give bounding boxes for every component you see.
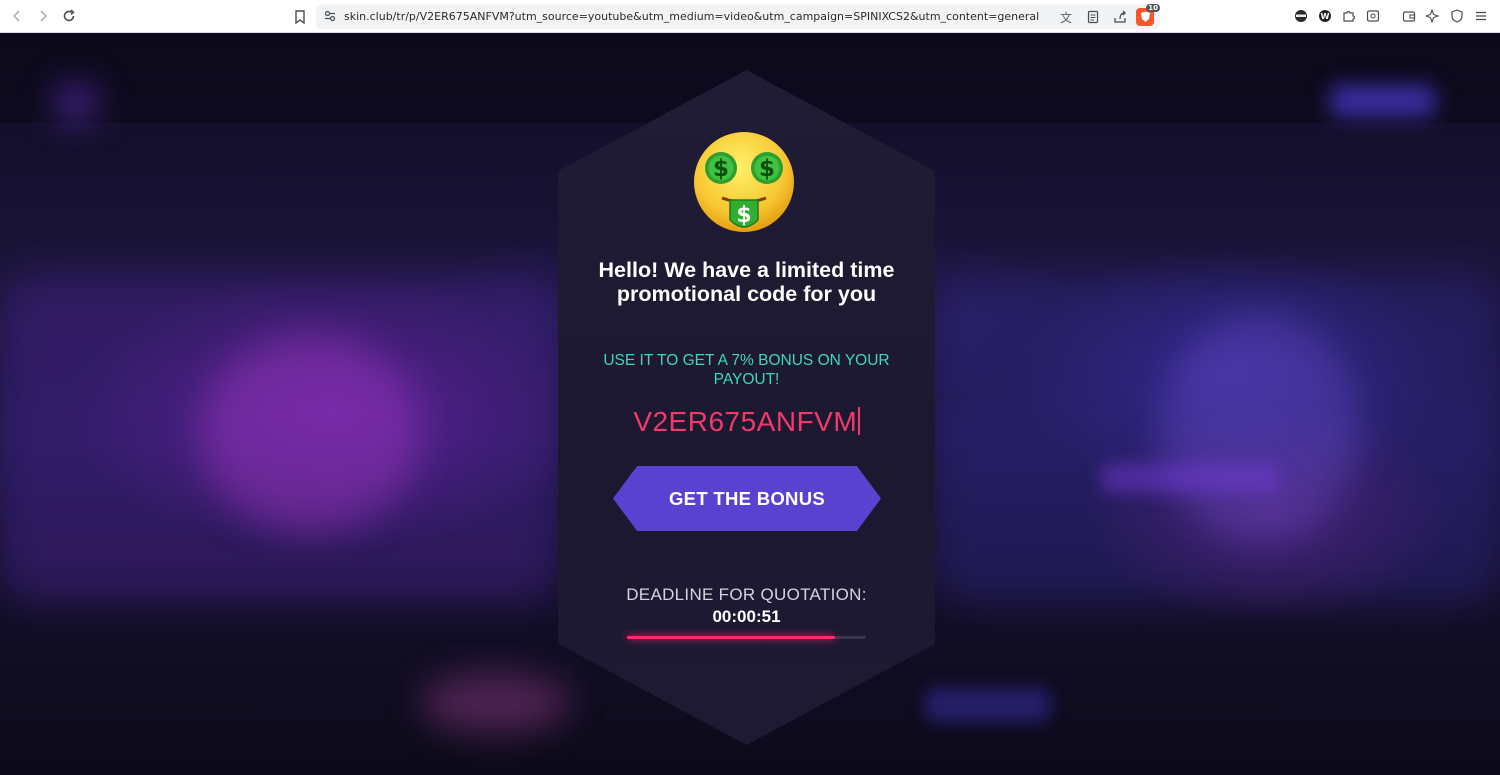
extensions-area: W	[1290, 5, 1492, 27]
countdown-progress-fill	[627, 636, 835, 639]
modal-title: Hello! We have a limited time promotiona…	[598, 258, 895, 306]
extensions-puzzle-icon[interactable]	[1338, 5, 1360, 27]
svg-text:W: W	[1321, 12, 1330, 21]
translate-icon[interactable]: 文	[1055, 6, 1077, 28]
text-caret	[858, 407, 860, 435]
nav-buttons	[6, 5, 80, 27]
menu-icon[interactable]	[1470, 5, 1492, 27]
blurred-login-button	[1330, 85, 1435, 117]
address-bar[interactable]: skin.club/tr/p/V2ER675ANFVM?utm_source=y…	[316, 4, 1160, 29]
svg-text:$: $	[759, 156, 775, 182]
blurred-bottom-button	[925, 688, 1050, 722]
blurred-character-left	[200, 333, 420, 533]
svg-text:$: $	[736, 203, 751, 228]
promo-code-field[interactable]: V2ER675ANFVM	[588, 404, 905, 440]
wallet-icon[interactable]	[1398, 5, 1420, 27]
extension-ninja-icon[interactable]	[1290, 5, 1312, 27]
blurred-bottom-item	[420, 673, 570, 733]
url-text[interactable]: skin.club/tr/p/V2ER675ANFVM?utm_source=y…	[344, 10, 1044, 23]
countdown-progress-track	[627, 636, 866, 639]
bookmark-icon[interactable]	[289, 6, 311, 28]
shields-count-badge: 10	[1146, 4, 1160, 12]
get-bonus-button[interactable]: GET THE BONUS	[613, 466, 881, 531]
reader-mode-icon[interactable]	[1082, 6, 1104, 28]
back-icon[interactable]	[6, 5, 28, 27]
svg-text:$: $	[713, 156, 729, 182]
reload-icon[interactable]	[58, 5, 80, 27]
site-settings-icon[interactable]	[324, 7, 336, 26]
countdown-timer: 00:00:51	[712, 607, 781, 626]
blurred-logo	[58, 85, 94, 121]
get-bonus-label: GET THE BONUS	[668, 487, 826, 509]
blurred-cta-right	[1100, 463, 1280, 493]
deadline-label: DEADLINE FOR QUOTATION:	[626, 585, 867, 604]
share-icon[interactable]	[1109, 6, 1131, 28]
leo-ai-icon[interactable]	[1422, 5, 1444, 27]
promo-code-text[interactable]: V2ER675ANFVM	[633, 406, 857, 437]
url-actions: 文 10	[1055, 4, 1160, 28]
blurred-character-right	[1160, 313, 1360, 543]
promo-modal: $ $ $ Hello! We have a limited time prom…	[558, 70, 935, 745]
browser-toolbar: skin.club/tr/p/V2ER675ANFVM?utm_source=y…	[0, 0, 1500, 33]
screenshot-icon[interactable]	[1362, 5, 1384, 27]
extension-w-icon[interactable]: W	[1314, 5, 1336, 27]
money-mouth-face-icon: $ $ $	[692, 130, 796, 234]
vpn-shield-icon[interactable]	[1446, 5, 1468, 27]
forward-icon[interactable]	[32, 5, 54, 27]
modal-subtitle: USE IT TO GET A 7% BONUS ON YOUR PAYOUT!	[603, 352, 890, 388]
brave-shields-icon[interactable]: 10	[1136, 4, 1160, 26]
